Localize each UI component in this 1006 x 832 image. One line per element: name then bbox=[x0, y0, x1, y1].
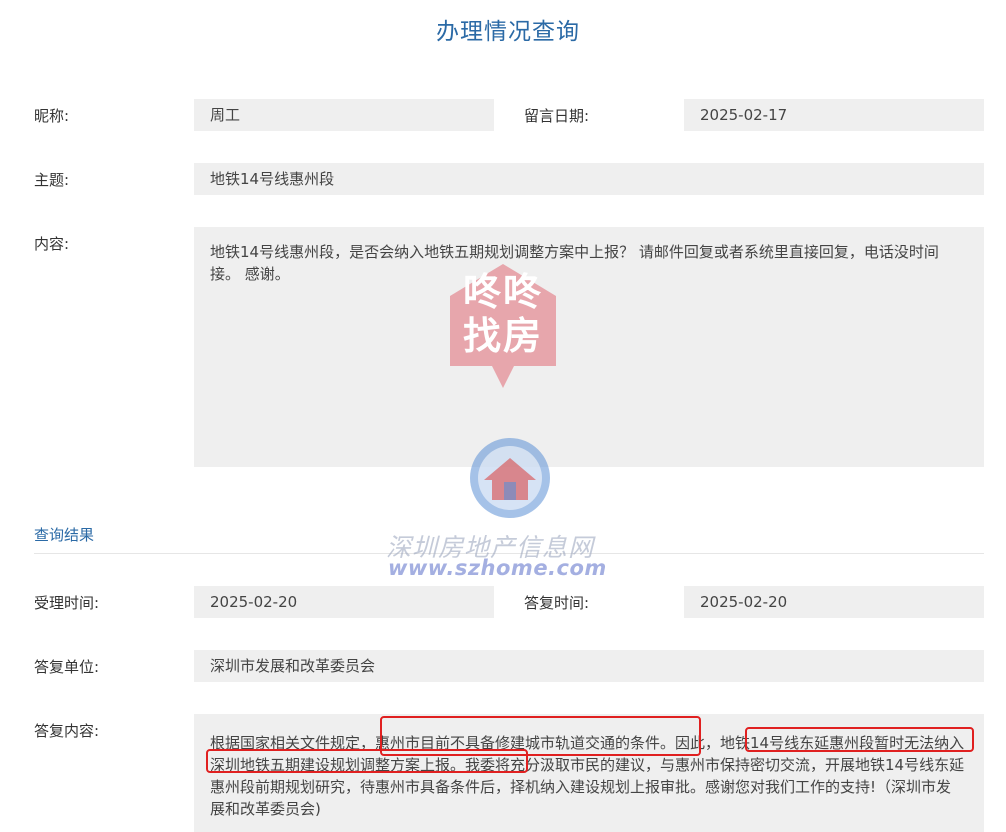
nickname-field: 周工 bbox=[194, 99, 494, 131]
subject-label: 主题: bbox=[34, 171, 70, 189]
content-label: 内容: bbox=[34, 235, 70, 253]
reply-time-field: 2025-02-20 bbox=[684, 586, 984, 618]
message-date-field: 2025-02-17 bbox=[684, 99, 984, 131]
szhome-logo-icon bbox=[470, 438, 550, 518]
page-title: 办理情况查询 bbox=[436, 19, 580, 45]
reply-content-label: 答复内容: bbox=[34, 722, 100, 740]
house-watermark-text: 咚咚找房 bbox=[462, 270, 543, 358]
highlight-box-plan-report bbox=[206, 749, 528, 773]
reply-unit-field: 深圳市发展和改革委员会 bbox=[194, 650, 984, 682]
highlight-box-east-extension bbox=[745, 727, 974, 752]
query-result-heading: 查询结果 bbox=[34, 526, 95, 544]
reply-unit-label: 答复单位: bbox=[34, 658, 100, 676]
content-field: 地铁14号线惠州段，是否会纳入地铁五期规划调整方案中上报？ 请邮件回复或者系统里… bbox=[194, 227, 984, 467]
message-date-label: 留言日期: bbox=[524, 107, 590, 125]
reply-time-label: 答复时间: bbox=[524, 594, 590, 612]
accept-time-label: 受理时间: bbox=[34, 594, 100, 612]
accept-time-field: 2025-02-20 bbox=[194, 586, 494, 618]
nickname-label: 昵称: bbox=[34, 107, 70, 125]
subject-field: 地铁14号线惠州段 bbox=[194, 163, 984, 195]
site-url-watermark: www.szhome.com bbox=[388, 556, 607, 580]
